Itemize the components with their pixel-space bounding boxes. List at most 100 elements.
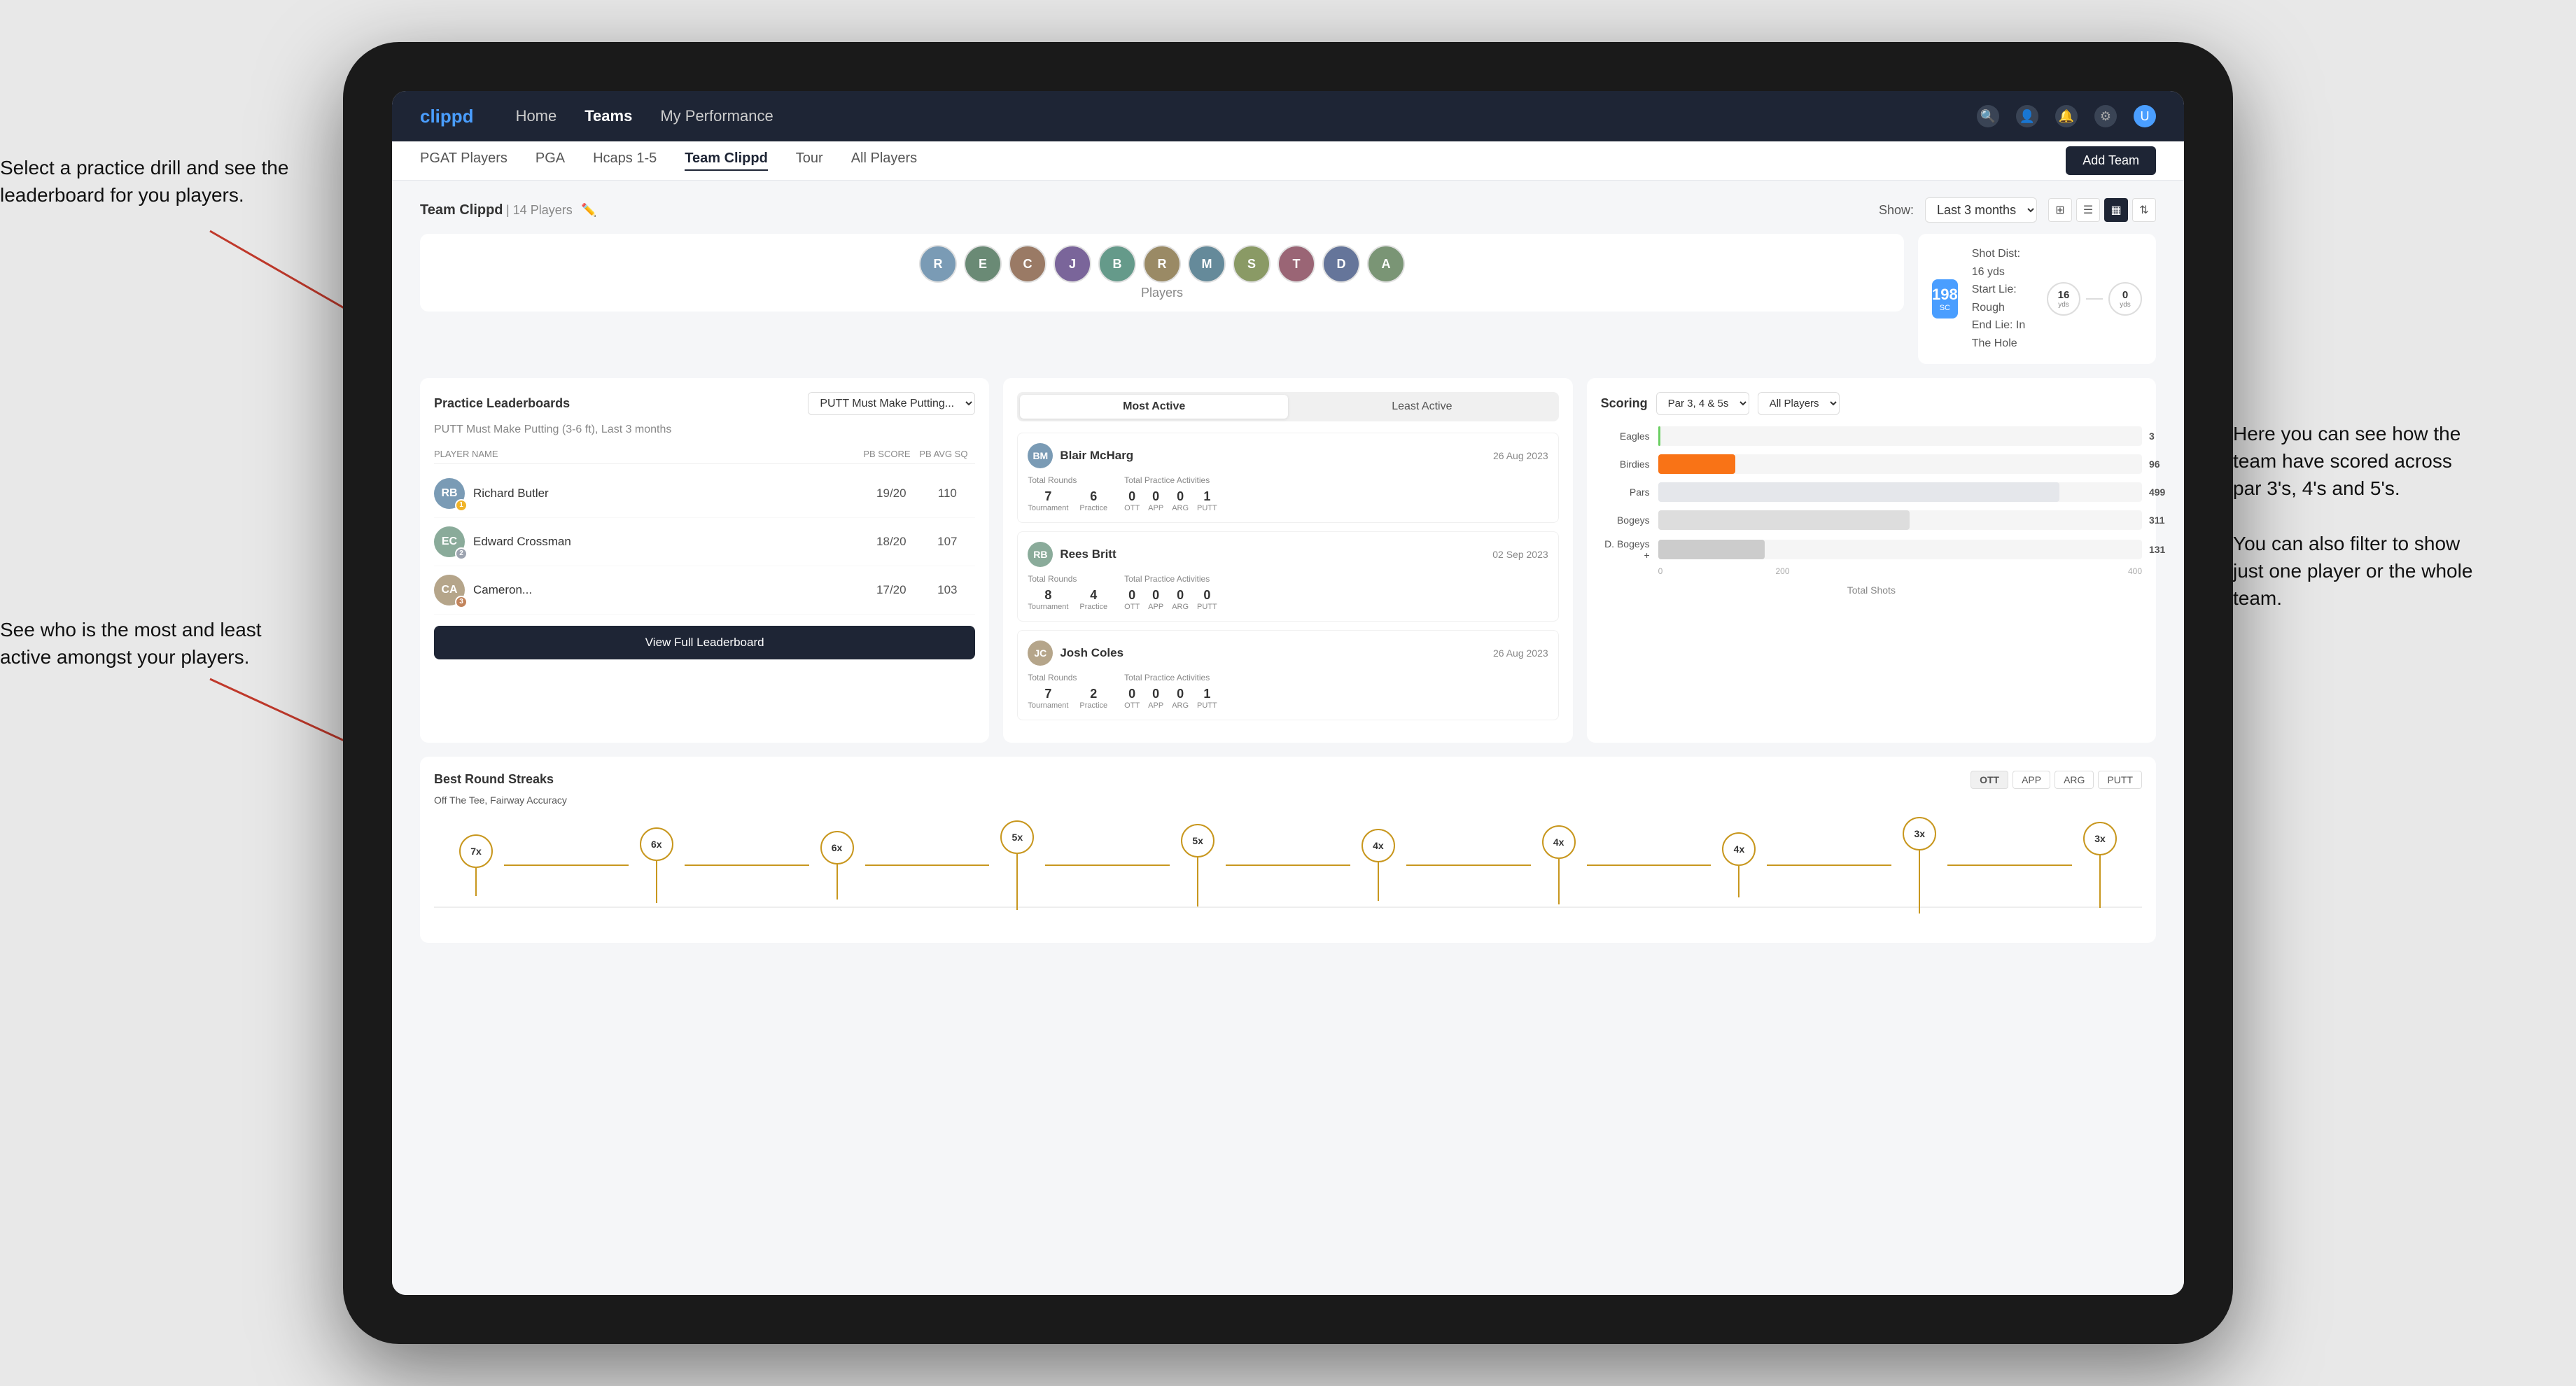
pac-tournament-1: 7: [1028, 489, 1068, 504]
streak-item-6: 4x: [1350, 829, 1406, 901]
settings-icon[interactable]: ⚙: [2094, 105, 2117, 127]
nav-links: Home Teams My Performance: [516, 107, 1977, 125]
player-avatar-5[interactable]: B: [1098, 245, 1136, 283]
search-icon[interactable]: 🔍: [1977, 105, 1999, 127]
add-team-button[interactable]: Add Team: [2066, 146, 2156, 175]
streak-line-9: [1947, 864, 2072, 866]
par-filter-select[interactable]: Par 3, 4 & 5s: [1656, 392, 1749, 415]
chart-value-eagles: 3: [2149, 430, 2170, 442]
scoring-title: Scoring: [1601, 396, 1648, 411]
profile-icon[interactable]: 👤: [2016, 105, 2038, 127]
player-avatar-3[interactable]: C: [1009, 245, 1046, 283]
edit-team-icon[interactable]: ✏️: [581, 203, 596, 217]
lb-row-1: RB 1 Richard Butler 19/20 110: [434, 470, 975, 518]
chart-bar-dbogeys: [1658, 540, 1765, 559]
gold-medal-1: 1: [455, 499, 468, 512]
bell-icon[interactable]: 🔔: [2055, 105, 2078, 127]
pac-putt-2: 0: [1197, 588, 1217, 603]
player-filter-select[interactable]: All Players: [1758, 392, 1840, 415]
nav-home[interactable]: Home: [516, 107, 557, 125]
lb-card-title: Practice Leaderboards: [434, 396, 570, 411]
streak-item-8: 4x: [1711, 832, 1767, 897]
card-view-icon[interactable]: ▦: [2104, 198, 2128, 222]
show-controls: Show: Last 3 months ⊞ ☰ ▦ ⇅: [1879, 197, 2156, 223]
streak-line-6: [1406, 864, 1531, 866]
streak-item-1: 7x: [448, 834, 504, 896]
axis-200: 200: [1662, 566, 1902, 576]
subnav-allplayers[interactable]: All Players: [851, 150, 917, 171]
chart-row-eagles: Eagles 3: [1601, 426, 2142, 446]
pac-arg-2: 0: [1172, 588, 1189, 603]
chart-axis: 0 200 400: [1658, 566, 2142, 576]
chart-bar-container-birdies: 96: [1658, 454, 2142, 474]
nav-teams[interactable]: Teams: [584, 107, 632, 125]
pac-app-1: 0: [1148, 489, 1163, 504]
chart-bar-birdies: [1658, 454, 1736, 474]
nav-bar: clippd Home Teams My Performance 🔍 👤 🔔 ⚙…: [392, 91, 2184, 141]
streak-item-3: 6x: [809, 831, 865, 899]
scoring-chart: Eagles 3 Birdies: [1601, 426, 2142, 561]
shot-badge: 198 SC: [1932, 279, 1958, 318]
subnav-teamclippd[interactable]: Team Clippd: [685, 150, 768, 171]
streaks-btn-putt[interactable]: PUTT: [2098, 771, 2142, 789]
players-avatars: R E C J B R M S T D A: [437, 245, 1887, 283]
streak-line-8: [1767, 864, 1891, 866]
player-avatar-9[interactable]: T: [1278, 245, 1315, 283]
chart-value-pars: 499: [2149, 486, 2170, 498]
player-avatar-4[interactable]: J: [1054, 245, 1091, 283]
player-avatar-2[interactable]: E: [964, 245, 1002, 283]
streak-item-2: 6x: [629, 827, 685, 903]
player-avatar-11[interactable]: A: [1367, 245, 1405, 283]
pac-practice-1: 6: [1079, 489, 1107, 504]
streaks-btn-arg[interactable]: ARG: [2054, 771, 2094, 789]
streaks-btn-ott[interactable]: OTT: [1970, 771, 2008, 789]
user-avatar-icon[interactable]: U: [2134, 105, 2156, 127]
chart-value-dbogeys: 131: [2149, 544, 2170, 555]
streak-bubble-10: 3x: [2083, 822, 2117, 855]
lb-table-header: PLAYER NAME PB SCORE PB AVG SQ: [434, 444, 975, 464]
player-avatar-8[interactable]: S: [1233, 245, 1270, 283]
list-view-icon[interactable]: ☰: [2076, 198, 2100, 222]
player-avatar-1[interactable]: R: [919, 245, 957, 283]
player-avatar-7[interactable]: M: [1188, 245, 1226, 283]
activity-player-3: JC Josh Coles 26 Aug 2023 Total Rounds: [1017, 630, 1558, 720]
axis-0: 0: [1658, 566, 1663, 576]
sort-icon[interactable]: ⇅: [2132, 198, 2156, 222]
chart-label-birdies: Birdies: [1601, 458, 1650, 470]
activity-tabs: Most Active Least Active: [1017, 392, 1558, 421]
streaks-btn-app[interactable]: APP: [2012, 771, 2050, 789]
team-players-section: R E C J B R M S T D A Players: [420, 234, 2156, 364]
lb-avg-1: 110: [919, 486, 975, 500]
subnav-hcaps[interactable]: Hcaps 1-5: [593, 150, 657, 171]
view-leaderboard-button[interactable]: View Full Leaderboard: [434, 626, 975, 659]
drill-select[interactable]: PUTT Must Make Putting...: [808, 392, 975, 415]
nav-myperformance[interactable]: My Performance: [660, 107, 773, 125]
pac-tournament-2: 8: [1028, 588, 1068, 603]
tab-most-active[interactable]: Most Active: [1020, 395, 1288, 419]
chart-total-label: Total Shots: [1601, 584, 2142, 596]
pac-tournament-3: 7: [1028, 687, 1068, 701]
streak-stem-8: [1738, 866, 1740, 897]
tablet-device: clippd Home Teams My Performance 🔍 👤 🔔 ⚙…: [343, 42, 2233, 1344]
player-avatar-6[interactable]: R: [1143, 245, 1181, 283]
streak-stem-2: [656, 861, 657, 903]
pac-name-1: Blair McHarg: [1060, 449, 1133, 463]
main-content: Team Clippd | 14 Players ✏️ Show: Last 3…: [392, 181, 2184, 1295]
pac-ott-3: 0: [1124, 687, 1140, 701]
grid-view-icon[interactable]: ⊞: [2048, 198, 2072, 222]
subnav-pgat[interactable]: PGAT Players: [420, 150, 507, 171]
pac-ott-1: 0: [1124, 489, 1140, 504]
subnav-pga[interactable]: PGA: [536, 150, 565, 171]
player-avatar-10[interactable]: D: [1322, 245, 1360, 283]
lb-name-3: Cameron...: [473, 583, 532, 597]
lb-avatar-1: RB 1: [434, 478, 465, 509]
lb-score-3: 17/20: [863, 583, 919, 597]
subnav-tour[interactable]: Tour: [796, 150, 823, 171]
chart-value-birdies: 96: [2149, 458, 2170, 470]
pac-player-2: RB Rees Britt: [1028, 542, 1116, 567]
pac-player-1: BM Blair McHarg: [1028, 443, 1133, 468]
show-period-select[interactable]: Last 3 months: [1925, 197, 2037, 223]
pac-arg-3: 0: [1172, 687, 1189, 701]
team-name: Team Clippd: [420, 202, 503, 218]
tab-least-active[interactable]: Least Active: [1288, 395, 1556, 419]
